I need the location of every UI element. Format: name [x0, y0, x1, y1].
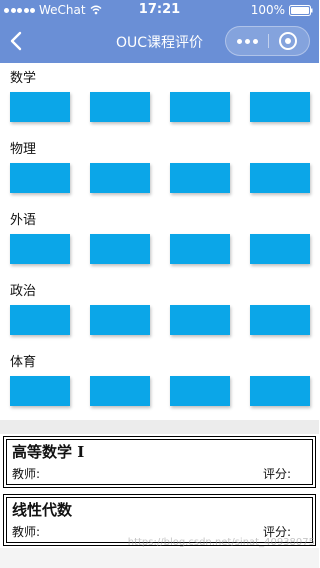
course-button[interactable] [90, 234, 150, 264]
nav-bar: OUC课程评价 [0, 20, 319, 63]
subject-label: 数学 [10, 71, 37, 86]
status-right: 100% [251, 3, 313, 17]
course-button[interactable] [10, 305, 70, 335]
course-card[interactable]: 高等数学 I 教师: 评分: [3, 436, 316, 488]
subject-label: 物理 [10, 142, 37, 157]
status-bar: WeChat 17:21 100% [0, 0, 319, 20]
mini-program-capsule [225, 26, 310, 56]
course-button[interactable] [90, 92, 150, 122]
rating-label: 评分: [262, 467, 291, 481]
subject-label: 体育 [10, 355, 37, 370]
watermark: https://blog.csdn.net/sinat_40938075 [127, 537, 315, 548]
course-button[interactable] [250, 92, 310, 122]
course-button[interactable] [90, 376, 150, 406]
bottom-band [0, 548, 319, 568]
course-button[interactable] [250, 376, 310, 406]
course-button[interactable] [90, 305, 150, 335]
course-button-row [10, 92, 320, 124]
more-icon[interactable] [226, 27, 268, 55]
teacher-label: 教师: [12, 525, 41, 539]
course-button[interactable] [170, 92, 230, 122]
course-button[interactable] [250, 234, 310, 264]
battery-icon [289, 4, 313, 16]
teacher-label: 教师: [12, 467, 41, 481]
close-target-icon[interactable] [278, 31, 298, 51]
course-button[interactable] [170, 376, 230, 406]
course-button[interactable] [10, 376, 70, 406]
capsule-divider [268, 34, 269, 48]
course-button[interactable] [10, 92, 70, 122]
course-button[interactable] [250, 163, 310, 193]
course-button[interactable] [10, 163, 70, 193]
subject-label: 政治 [10, 284, 37, 299]
subject-label: 外语 [10, 213, 37, 228]
course-button-row [10, 163, 320, 195]
course-button-row [10, 376, 320, 408]
course-button[interactable] [170, 163, 230, 193]
course-button[interactable] [90, 163, 150, 193]
course-button[interactable] [170, 234, 230, 264]
course-button[interactable] [250, 305, 310, 335]
course-title: 高等数学 I [12, 443, 85, 461]
battery-percent: 100% [250, 3, 285, 17]
course-button-row [10, 234, 320, 266]
course-button[interactable] [170, 305, 230, 335]
section-divider [0, 420, 319, 434]
course-title: 线性代数 [12, 501, 73, 519]
course-button[interactable] [10, 234, 70, 264]
course-button-row [10, 305, 320, 337]
